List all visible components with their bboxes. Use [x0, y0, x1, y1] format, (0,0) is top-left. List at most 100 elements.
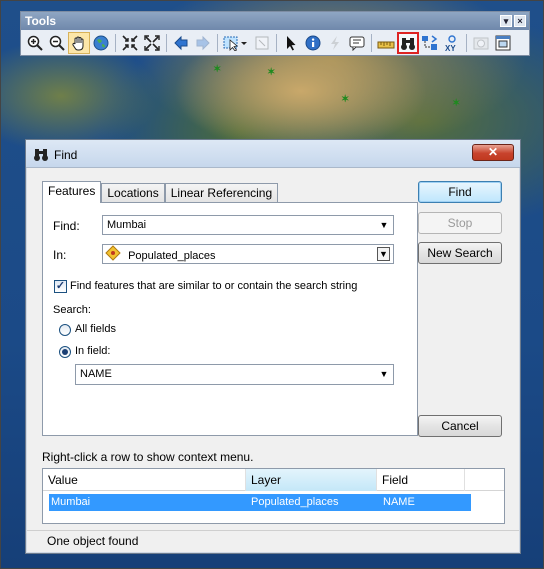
- search-label: Search:: [53, 304, 91, 316]
- time-slider-tool[interactable]: [470, 32, 492, 54]
- toolbar-separator: [371, 33, 372, 52]
- back-arrow-icon: [174, 35, 188, 50]
- go-back-tool[interactable]: [170, 32, 192, 54]
- chevron-down-icon[interactable]: ▼: [378, 216, 390, 234]
- column-header-layer[interactable]: Layer: [246, 469, 377, 491]
- in-layer-combobox[interactable]: Populated_places ▼: [102, 244, 394, 264]
- clear-selection-icon: [255, 36, 269, 49]
- map-feature-marker[interactable]: ✶: [213, 65, 221, 75]
- toolbar-separator: [115, 33, 116, 52]
- field-combobox[interactable]: NAME ▼: [75, 364, 394, 385]
- column-header-field[interactable]: Field: [377, 469, 465, 491]
- select-elements-pointer-icon: [287, 35, 296, 50]
- dialog-titlebar[interactable]: Find ✕: [26, 140, 520, 168]
- tab-linear-referencing[interactable]: Linear Referencing: [164, 183, 279, 203]
- dialog-title: Find: [54, 148, 78, 162]
- full-extent-tool[interactable]: [90, 32, 112, 54]
- tab-features[interactable]: Features: [42, 181, 102, 203]
- find-route-tool[interactable]: [419, 32, 441, 54]
- clear-selection-tool[interactable]: [251, 32, 273, 54]
- results-table[interactable]: Value Layer Field Mumbai Populated_place…: [42, 468, 505, 524]
- find-button[interactable]: Find: [418, 181, 502, 203]
- chevron-down-icon[interactable]: ▼: [377, 247, 390, 261]
- select-features-icon: [223, 36, 247, 51]
- map-feature-marker[interactable]: ✶: [341, 95, 349, 105]
- close-button[interactable]: ✕: [472, 144, 514, 161]
- svg-text:XY: XY: [445, 44, 456, 52]
- column-header-value[interactable]: Value: [43, 469, 246, 491]
- toolbar-menu-button[interactable]: ▾: [500, 15, 512, 27]
- in-layer-value: Populated_places: [128, 250, 216, 262]
- similar-checkbox[interactable]: ✓: [54, 280, 67, 293]
- all-fields-radio[interactable]: [59, 324, 71, 336]
- viewer-window-tool[interactable]: [492, 32, 514, 54]
- html-popup-tool[interactable]: [346, 32, 368, 54]
- go-forward-tool[interactable]: [192, 32, 214, 54]
- all-fields-label: All fields: [75, 323, 116, 335]
- viewer-window-icon: [495, 35, 511, 50]
- hyperlink-tool[interactable]: [324, 32, 346, 54]
- select-elements-tool[interactable]: [280, 32, 302, 54]
- tab-locations[interactable]: Locations: [101, 183, 165, 203]
- fixed-zoom-out-tool[interactable]: [141, 32, 163, 54]
- go-to-xy-icon: XY: [445, 34, 456, 52]
- field-value: NAME: [80, 368, 112, 380]
- chevron-down-icon[interactable]: ▼: [378, 365, 390, 383]
- toolbar-separator: [276, 33, 277, 52]
- go-to-xy-tool[interactable]: XY: [441, 32, 463, 54]
- find-combobox[interactable]: Mumbai ▼: [102, 215, 394, 235]
- find-route-icon: [422, 34, 438, 50]
- zoom-in-icon: [27, 35, 43, 51]
- measure-ruler-icon: [377, 41, 395, 48]
- html-popup-icon: [349, 36, 365, 51]
- features-tab-panel: Find: Mumbai ▼ In: Populated_places ▼ ✓ …: [42, 202, 418, 436]
- hyperlink-lightning-icon: [331, 35, 339, 50]
- toolbar-title: Tools: [25, 14, 57, 28]
- fixed-zoom-in-tool[interactable]: [119, 32, 141, 54]
- map-feature-marker[interactable]: ✶: [267, 68, 275, 78]
- in-field-radio[interactable]: [59, 346, 71, 358]
- toolbar-separator: [166, 33, 167, 52]
- forward-arrow-icon: [196, 35, 210, 50]
- point-layer-icon: [105, 245, 121, 267]
- results-hint: Right-click a row to show context menu.: [42, 450, 254, 464]
- map-feature-marker[interactable]: ✶: [452, 99, 460, 109]
- find-tool[interactable]: [397, 31, 419, 54]
- toolbar-separator: [466, 33, 467, 52]
- fixed-zoom-out-icon: [144, 34, 160, 51]
- select-features-tool[interactable]: [221, 32, 251, 54]
- zoom-out-tool[interactable]: [46, 32, 68, 54]
- toolbar-buttons-row: XY: [21, 30, 529, 55]
- status-text: One object found: [47, 534, 139, 548]
- stop-button[interactable]: Stop: [418, 212, 502, 234]
- measure-tool[interactable]: [375, 32, 397, 54]
- toolbar-close-button[interactable]: ×: [514, 15, 526, 27]
- in-label: In:: [53, 248, 67, 262]
- fixed-zoom-in-icon: [122, 34, 138, 51]
- row-layer: Populated_places: [251, 496, 339, 508]
- find-label: Find:: [53, 219, 80, 233]
- similar-checkbox-label: Find features that are similar to or con…: [70, 280, 358, 292]
- results-header: Value Layer Field: [43, 469, 504, 491]
- find-value: Mumbai: [107, 219, 147, 231]
- new-search-button[interactable]: New Search: [418, 242, 502, 264]
- tools-toolbar: Tools ▾ × XY: [20, 11, 530, 56]
- toolbar-separator: [217, 33, 218, 52]
- find-dialog: Find ✕ Features Locations Linear Referen…: [25, 139, 521, 554]
- tab-strip: Features Locations Linear Referencing: [42, 181, 279, 203]
- find-binoculars-icon: [401, 37, 415, 50]
- table-row[interactable]: Mumbai Populated_places NAME: [49, 494, 471, 511]
- zoom-in-tool[interactable]: [24, 32, 46, 54]
- row-value: Mumbai: [51, 496, 91, 508]
- binoculars-icon: [33, 146, 49, 165]
- cancel-button[interactable]: Cancel: [418, 415, 502, 437]
- time-slider-icon: [473, 37, 489, 49]
- full-extent-globe-icon: [93, 35, 109, 50]
- pan-tool[interactable]: [68, 31, 90, 54]
- status-bar: One object found: [27, 530, 519, 552]
- identify-tool[interactable]: [302, 32, 324, 54]
- toolbar-titlebar[interactable]: Tools ▾ ×: [21, 12, 529, 30]
- pan-hand-icon: [72, 36, 84, 50]
- identify-info-icon: [305, 35, 321, 50]
- zoom-out-icon: [49, 35, 65, 51]
